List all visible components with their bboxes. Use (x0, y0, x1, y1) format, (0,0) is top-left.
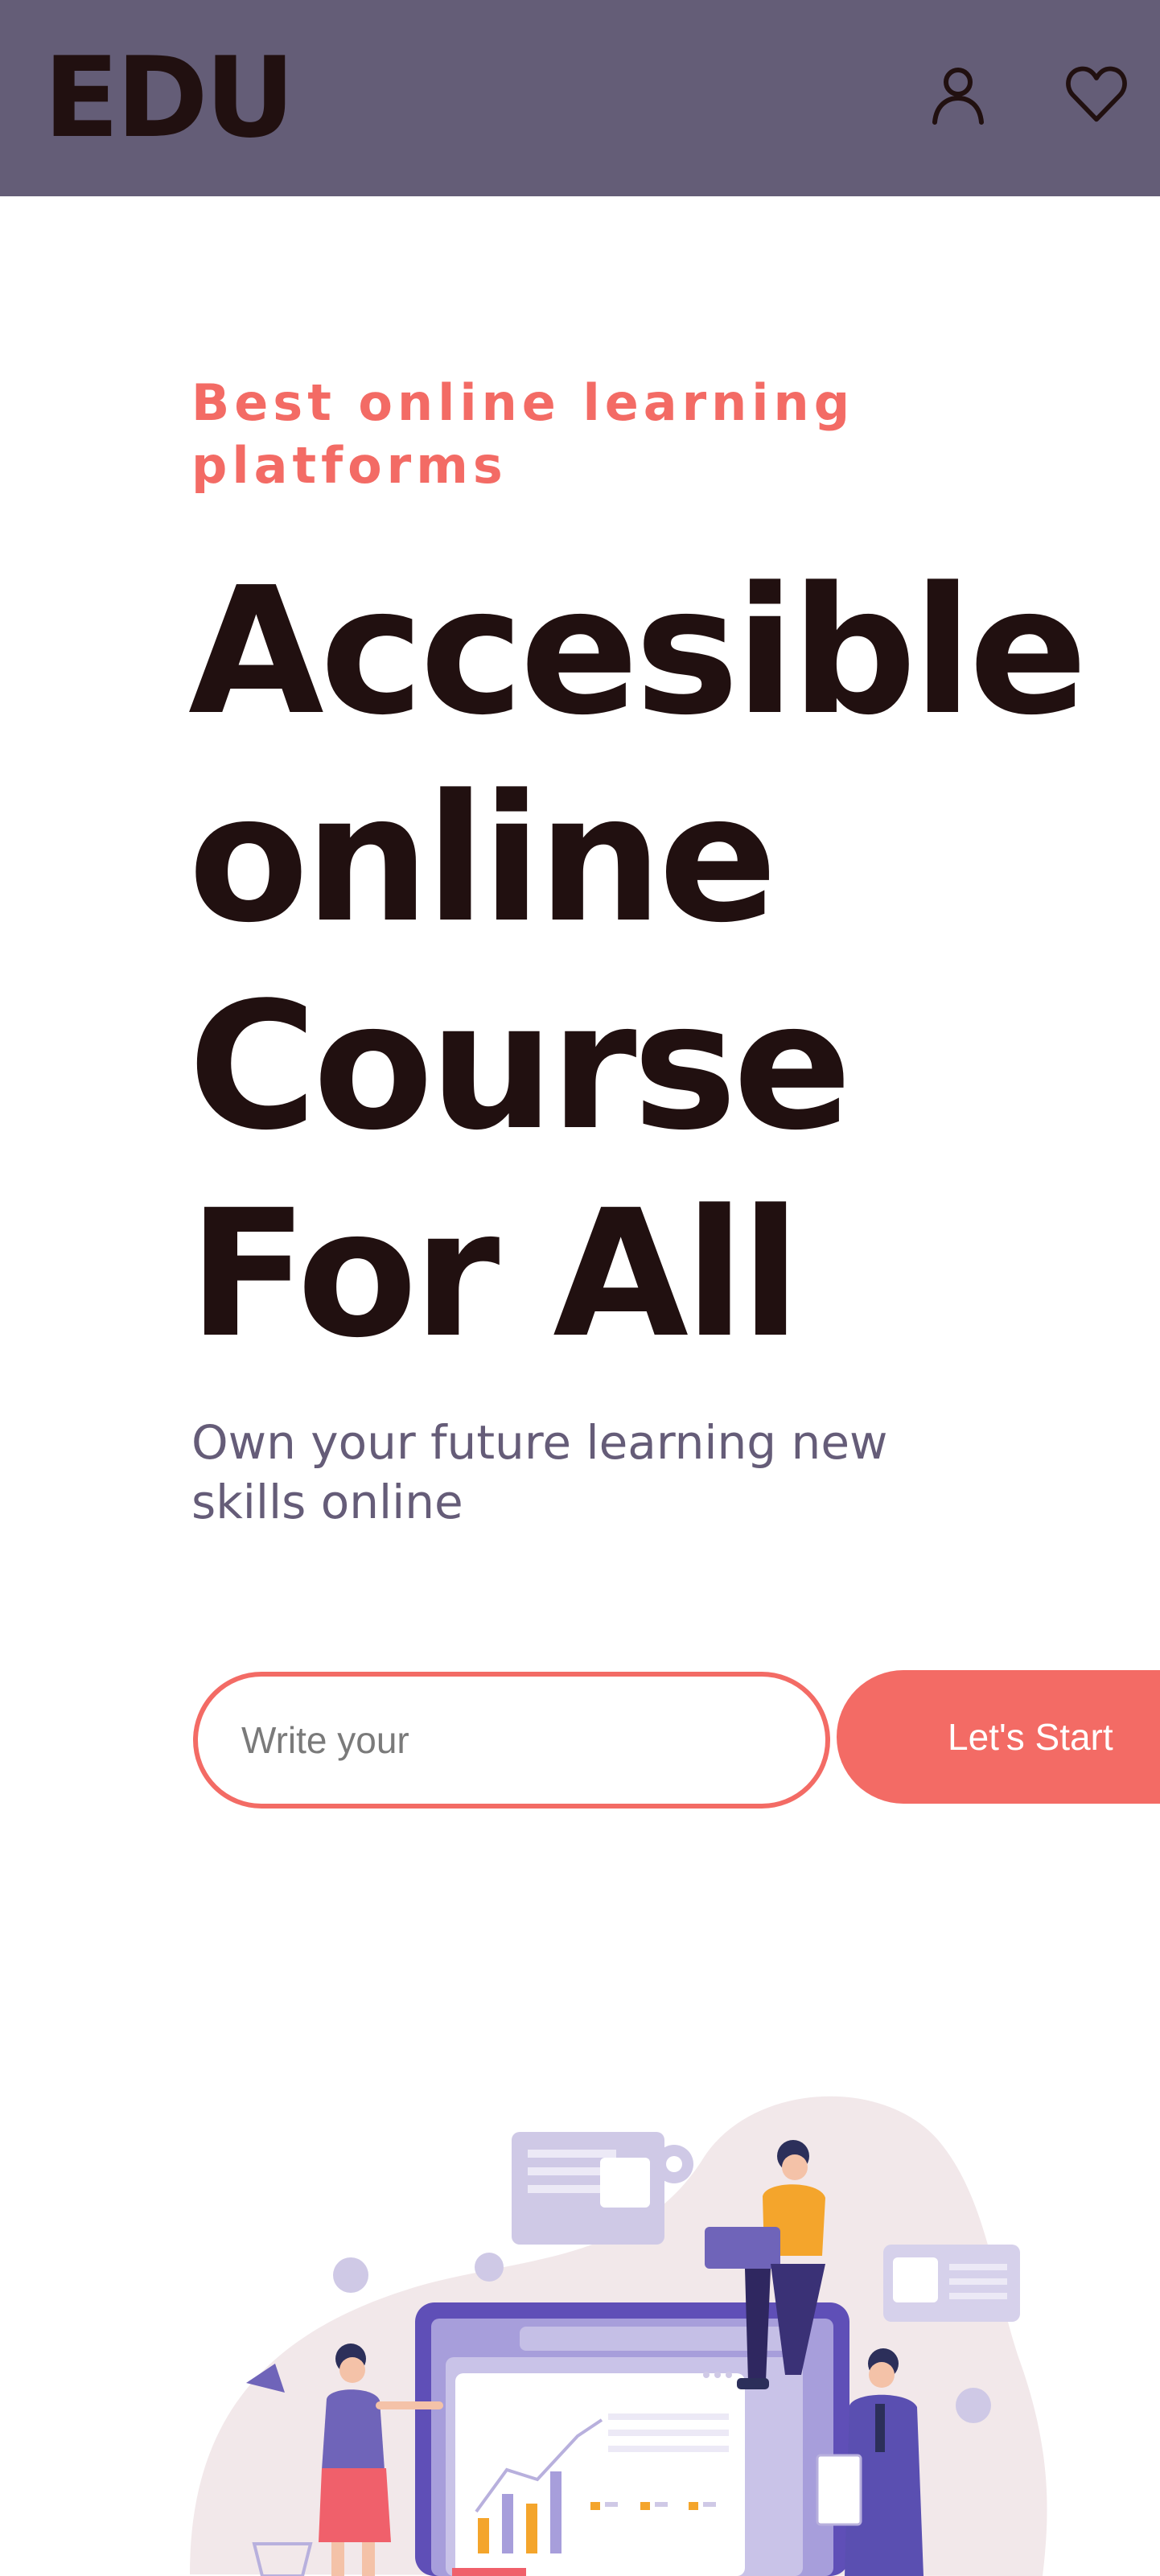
heart-icon[interactable] (1065, 63, 1131, 126)
logo[interactable]: EDU (43, 34, 295, 163)
top-nav: EDU (0, 0, 1160, 196)
hero-eyebrow: Best online learning platforms (191, 373, 855, 495)
user-icon[interactable] (927, 63, 989, 126)
hero-subtext: Own your future learning new skills onli… (191, 1415, 888, 1529)
lets-start-button[interactable]: Let's Start (837, 1670, 1160, 1804)
hero-headline: Accesible online Course For All (188, 550, 1088, 1376)
online-learning-illustration (190, 2092, 1051, 2576)
search-input[interactable] (193, 1672, 830, 1809)
